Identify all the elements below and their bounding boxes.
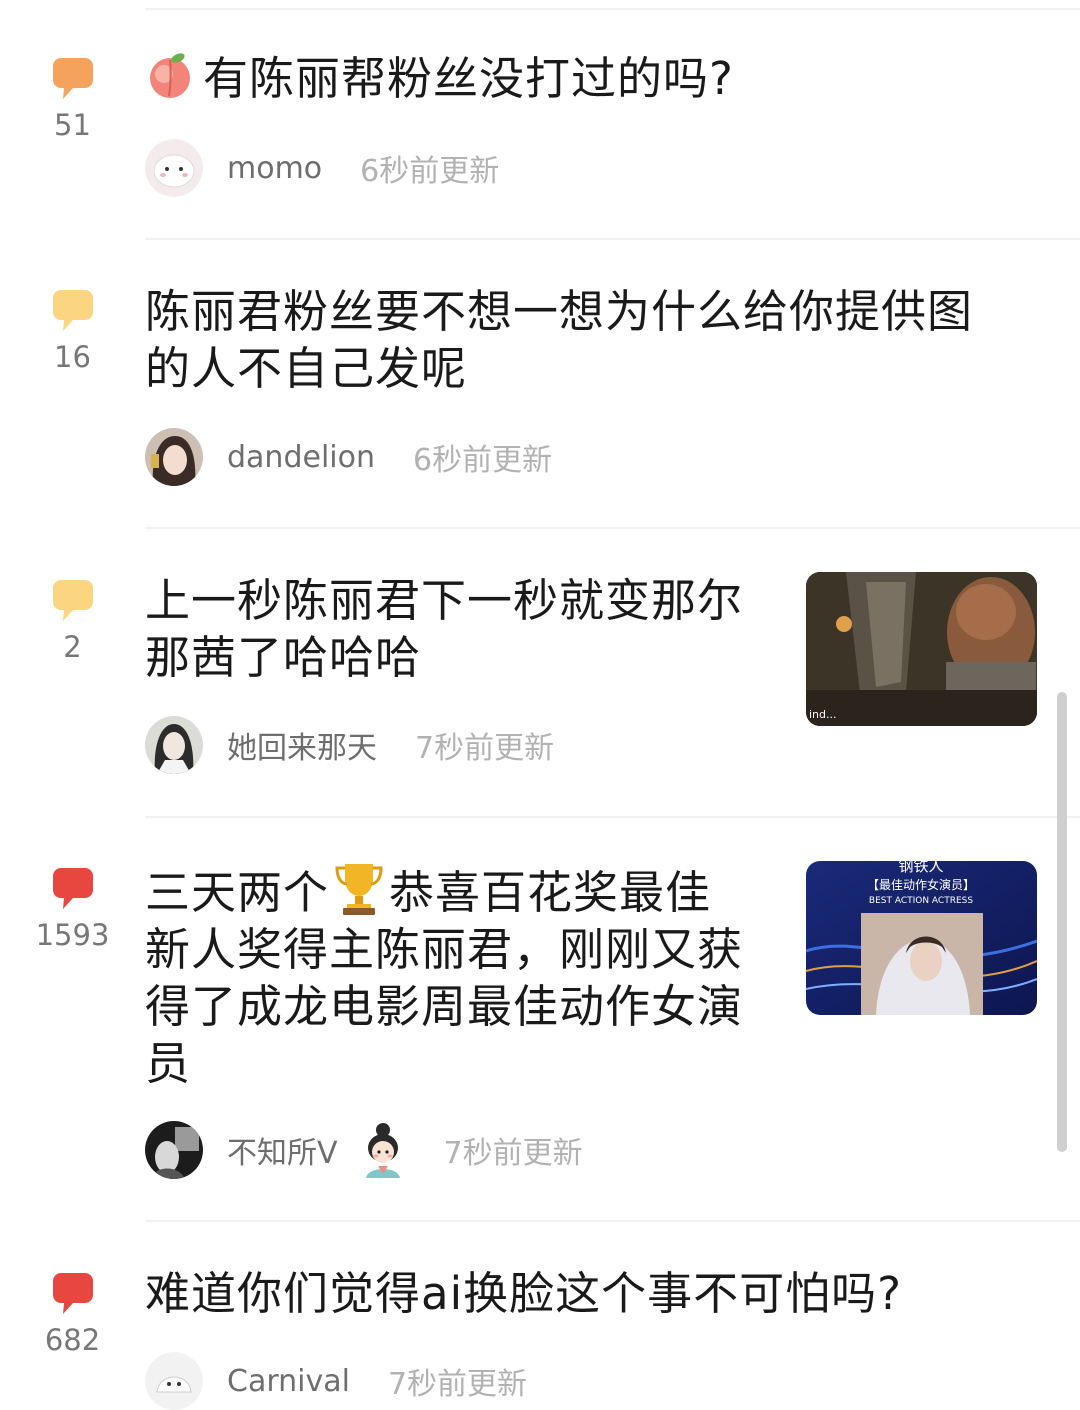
post-title-text: 有陈丽帮粉丝没打过的吗? xyxy=(203,52,734,105)
avatar[interactable] xyxy=(145,428,203,486)
peach-emoji-icon xyxy=(150,53,190,98)
post-divider xyxy=(145,816,1080,818)
post-title[interactable]: 三天两个 恭喜百花奖最佳 新人奖得主陈丽君，刚刚又获 得了成龙电影周最佳动作女演… xyxy=(145,860,743,1092)
scrollbar[interactable] xyxy=(1057,692,1067,1152)
post-title-line: 那茜了哈哈哈 xyxy=(145,631,422,684)
avatar[interactable] xyxy=(145,716,203,774)
top-divider xyxy=(145,8,1080,10)
comment-count-block: 16 xyxy=(0,290,145,374)
post-meta: 她回来那天 7秒前更新 xyxy=(145,716,554,774)
comment-count: 2 xyxy=(63,630,82,664)
comment-bubble-icon xyxy=(52,290,93,331)
avatar[interactable] xyxy=(145,139,203,197)
comment-bubble-icon xyxy=(52,868,93,909)
author-name[interactable]: 不知所V xyxy=(227,1128,338,1172)
post-thumbnail[interactable]: ind... xyxy=(806,572,1037,726)
post-title-text: 三天两个 xyxy=(145,866,330,919)
update-time: 7秒前更新 xyxy=(443,1136,583,1171)
comment-count-block: 51 xyxy=(0,58,145,142)
comment-bubble-icon xyxy=(52,58,93,99)
update-time: 7秒前更新 xyxy=(415,731,555,766)
post-title[interactable]: 上一秒陈丽君下一秒就变那尔 那茜了哈哈哈 xyxy=(145,572,743,686)
comment-count-block: 1593 xyxy=(0,868,145,952)
thumbnail-image: ind... xyxy=(806,572,1037,726)
post-title-line: 员 xyxy=(145,1037,192,1090)
comment-count-block: 2 xyxy=(0,580,145,664)
author-name[interactable]: dandelion xyxy=(227,440,375,475)
post-meta: momo 6秒前更新 xyxy=(145,139,499,197)
thumbnail-image: 钢铁人 【最佳动作女演员】 BEST ACTION ACTRESS xyxy=(806,861,1037,1015)
comment-count: 16 xyxy=(54,340,91,374)
thumbnail-text: 【最佳动作女演员】 xyxy=(867,877,975,892)
post-meta: 不知所V 7秒前更新 xyxy=(145,1121,583,1179)
post-meta: Carnival 7秒前更新 xyxy=(145,1352,527,1410)
post-title-text: 难道你们觉得ai换脸这个事不可怕吗? xyxy=(145,1267,902,1320)
thumbnail-text: BEST ACTION ACTRESS xyxy=(869,896,973,906)
post-title-line: 新人奖得主陈丽君，刚刚又获 xyxy=(145,923,744,976)
avatar[interactable] xyxy=(145,1352,203,1410)
post-title[interactable]: 有陈丽帮粉丝没打过的吗? xyxy=(145,50,734,107)
comment-bubble-icon xyxy=(52,1273,93,1314)
post-title-line: 得了成龙电影周最佳动作女演 xyxy=(145,980,744,1033)
comment-count: 1593 xyxy=(35,918,110,952)
post-title-text: 恭喜百花奖最佳 xyxy=(389,866,712,919)
post-divider xyxy=(145,527,1080,529)
post-divider xyxy=(145,1220,1080,1222)
thumbnail-caption: ind... xyxy=(809,708,837,721)
post-thumbnail[interactable]: 钢铁人 【最佳动作女演员】 BEST ACTION ACTRESS xyxy=(806,861,1037,1015)
comment-count: 682 xyxy=(44,1323,101,1357)
post-title-line: 上一秒陈丽君下一秒就变那尔 xyxy=(145,574,744,627)
trophy-emoji-icon xyxy=(335,864,383,915)
post-title-line: 的人不自己发呢 xyxy=(145,342,468,395)
post-title[interactable]: 难道你们觉得ai换脸这个事不可怕吗? xyxy=(145,1265,902,1322)
author-name[interactable]: Carnival xyxy=(227,1364,350,1399)
post-title[interactable]: 陈丽君粉丝要不想一想为什么给你提供图 的人不自己发呢 xyxy=(145,283,973,397)
update-time: 6秒前更新 xyxy=(360,154,500,189)
comment-count-block: 682 xyxy=(0,1273,145,1357)
post-divider xyxy=(145,238,1080,240)
update-time: 6秒前更新 xyxy=(412,443,553,478)
post-meta: dandelion 6秒前更新 xyxy=(145,428,552,486)
thumbnail-text: 钢铁人 xyxy=(898,861,943,875)
update-time: 7秒前更新 xyxy=(387,1367,528,1402)
author-name[interactable]: 她回来那天 xyxy=(227,723,377,767)
post-title-line: 陈丽君粉丝要不想一想为什么给你提供图 xyxy=(145,285,974,338)
comment-bubble-icon xyxy=(52,580,93,621)
comment-count: 51 xyxy=(54,108,91,142)
avatar[interactable] xyxy=(145,1121,203,1179)
author-name[interactable]: momo xyxy=(227,151,322,186)
participant-avatar[interactable] xyxy=(360,1122,406,1178)
